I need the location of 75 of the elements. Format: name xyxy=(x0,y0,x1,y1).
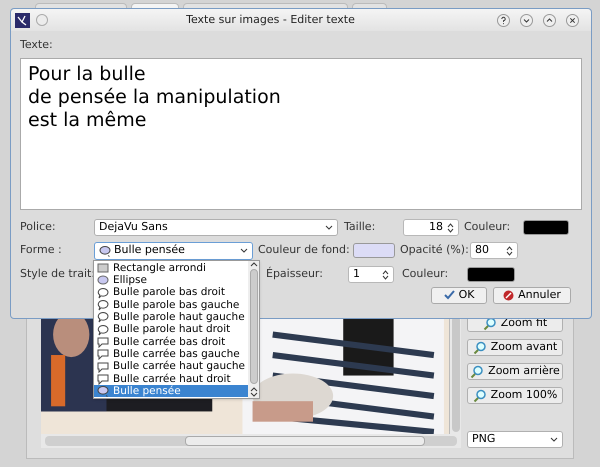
cancel-icon xyxy=(503,290,514,300)
spin-arrows-icon xyxy=(382,270,389,280)
dropdown-item[interactable]: Rectangle arrondi xyxy=(94,262,248,274)
app-icon xyxy=(15,12,30,28)
field-label: Texte: xyxy=(20,37,54,53)
help-button[interactable] xyxy=(497,14,510,26)
chevron-down-icon xyxy=(325,224,333,230)
scroll-arrows-icon[interactable] xyxy=(250,386,258,398)
magnifier-icon xyxy=(472,340,487,354)
text-area[interactable]: Pour la bulle de pensée la manipulation est la même xyxy=(20,58,582,210)
field-label: Couleur: xyxy=(464,219,512,236)
minimize-button[interactable] xyxy=(520,14,534,26)
dropdown-item[interactable]: Bulle carrée bas droit xyxy=(94,336,248,348)
shape-icon xyxy=(97,299,109,312)
zoom-button[interactable]: Zoom avant xyxy=(467,339,563,356)
shape-icon xyxy=(97,286,109,299)
zoom-button[interactable]: Zoom 100% xyxy=(467,387,563,404)
shape-combo[interactable]: Bulle pensée xyxy=(94,242,253,260)
window-title: Texte sur images - Editer texte xyxy=(186,12,355,28)
format-combo[interactable]: PNG xyxy=(467,431,563,448)
shape-icon xyxy=(97,385,109,398)
check-icon xyxy=(444,290,455,300)
dropdown-item[interactable]: Bulle carrée haut gauche xyxy=(94,360,248,373)
field-label: Style de trait: xyxy=(20,266,94,282)
field-label: Épaisseur: xyxy=(266,266,324,282)
dropdown-item[interactable]: Bulle pensée xyxy=(94,384,248,398)
scrollbar[interactable] xyxy=(41,434,461,448)
shape-icon xyxy=(97,274,109,286)
opacity-spinbox[interactable]: 80 xyxy=(470,242,518,259)
shape-icon xyxy=(97,336,109,348)
shape-icon xyxy=(97,311,109,324)
field-label: Police: xyxy=(20,219,57,236)
color-swatch[interactable] xyxy=(353,243,395,258)
spin-arrows-icon xyxy=(506,246,513,256)
field-label: Couleur: xyxy=(402,266,450,282)
shape-icon xyxy=(97,324,109,336)
dropdown-item[interactable]: Bulle parole bas droit xyxy=(94,286,248,299)
color-swatch[interactable] xyxy=(523,220,569,235)
magnifier-icon xyxy=(472,388,487,402)
tab[interactable] xyxy=(35,3,127,8)
close-button[interactable] xyxy=(566,14,580,26)
spin-arrows-icon xyxy=(447,222,454,232)
tab[interactable] xyxy=(352,3,387,8)
shape-icon xyxy=(97,348,109,360)
dropdown-item[interactable]: Bulle parole haut gauche xyxy=(94,311,248,324)
field-label: Forme : xyxy=(20,242,63,258)
chevron-down-icon xyxy=(240,248,248,254)
pin-button[interactable] xyxy=(36,14,48,26)
dropdown-item[interactable]: Ellipse xyxy=(94,274,248,287)
ok-button[interactable]: OK xyxy=(431,286,487,304)
shape-icon xyxy=(97,262,109,274)
shape-icon xyxy=(97,372,109,385)
maximize-button[interactable] xyxy=(543,14,556,26)
tab[interactable] xyxy=(131,3,179,8)
zoom-button[interactable]: Zoom arrière xyxy=(467,363,563,380)
chevron-up-icon[interactable] xyxy=(250,261,258,267)
shape-icon xyxy=(97,360,109,373)
dropdown-item[interactable]: Bulle parole bas gauche xyxy=(94,298,248,312)
magnifier-icon xyxy=(482,316,497,330)
tab[interactable] xyxy=(183,3,348,8)
size-spinbox[interactable]: 18 xyxy=(403,219,459,236)
field-label: Couleur de fond: xyxy=(258,242,351,258)
chevron-down-icon xyxy=(550,436,558,442)
field-label: Opacité (%): xyxy=(400,242,470,258)
field-label: Taille: xyxy=(344,219,376,236)
thickness-spinbox[interactable]: 1 xyxy=(348,266,394,283)
color-swatch[interactable] xyxy=(467,267,515,282)
shape-icon xyxy=(99,244,111,256)
dropdown-item[interactable]: Bulle parole haut droit xyxy=(94,323,248,336)
cancel-button[interactable]: Annuler xyxy=(493,286,571,304)
dropdown-item[interactable]: Bulle carrée bas gauche xyxy=(94,348,248,360)
font-combo[interactable]: DejaVu Sans xyxy=(94,219,338,236)
dropdown-item[interactable]: Bulle carrée haut droit xyxy=(94,372,248,385)
magnifier-icon xyxy=(470,364,484,378)
scrollbar[interactable] xyxy=(248,261,259,398)
